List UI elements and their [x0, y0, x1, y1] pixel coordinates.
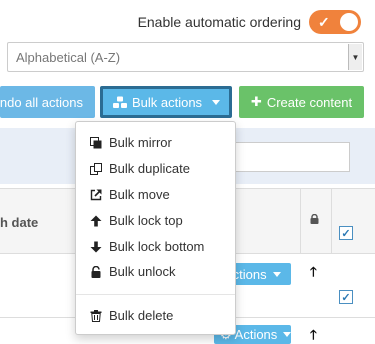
- bulk-actions-button[interactable]: Bulk actions: [100, 86, 232, 118]
- bulk-delete-label: Bulk delete: [109, 308, 174, 323]
- caret-down-icon: [283, 332, 292, 337]
- sort-order-select[interactable]: Alphabetical (A-Z) ▼: [7, 42, 364, 72]
- arrow-up-icon: [90, 215, 102, 226]
- create-content-button[interactable]: ✚ Create content: [239, 86, 364, 118]
- external-link-icon: [90, 188, 102, 200]
- bulk-unlock-item[interactable]: Bulk unlock: [90, 264, 175, 279]
- unlock-icon: [91, 265, 101, 278]
- arrow-up-icon[interactable]: 🡑: [310, 263, 317, 285]
- undo-all-actions-button[interactable]: ndo all actions: [0, 86, 95, 118]
- caret-down-icon: [272, 271, 281, 277]
- create-content-label: Create content: [266, 94, 353, 110]
- automatic-ordering-label: Enable automatic ordering: [137, 14, 301, 30]
- arrow-up-icon[interactable]: 🡑: [310, 326, 317, 344]
- menu-divider: [76, 294, 235, 295]
- bulk-actions-label: Bulk actions: [131, 94, 203, 110]
- automatic-ordering-setting: Enable automatic ordering ✓: [138, 10, 361, 34]
- undo-all-actions-label: ndo all actions: [0, 94, 83, 110]
- bulk-duplicate-item[interactable]: Bulk duplicate: [90, 161, 190, 176]
- toggle-knob: [340, 13, 358, 31]
- caret-down-icon: [212, 99, 221, 105]
- sort-order-value: Alphabetical (A-Z): [16, 49, 121, 65]
- cubes-icon: [112, 96, 127, 108]
- plus-icon: ✚: [250, 94, 262, 109]
- bulk-lock-top-label: Bulk lock top: [109, 213, 183, 228]
- bulk-actions-menu: Bulk mirror Bulk duplicate Bulk move Bul…: [75, 121, 236, 335]
- select-all-checkbox[interactable]: ✓: [339, 226, 353, 240]
- bulk-move-label: Bulk move: [109, 187, 170, 202]
- bulk-move-item[interactable]: Bulk move: [90, 187, 170, 202]
- bulk-lock-top-item[interactable]: Bulk lock top: [90, 213, 183, 228]
- lock-icon: [310, 214, 319, 224]
- filter-input[interactable]: [223, 142, 350, 172]
- bulk-delete-item[interactable]: Bulk delete: [90, 308, 173, 323]
- toggle-check-icon: ✓: [318, 14, 330, 30]
- chevron-down-icon[interactable]: ▼: [348, 44, 362, 70]
- bulk-duplicate-label: Bulk duplicate: [109, 161, 190, 176]
- bulk-lock-bottom-label: Bulk lock bottom: [109, 239, 205, 254]
- bulk-unlock-label: Bulk unlock: [109, 264, 176, 279]
- date-column-header[interactable]: h date: [0, 215, 38, 230]
- row-actions-label: Actions: [234, 327, 278, 342]
- bulk-lock-bottom-item[interactable]: Bulk lock bottom: [90, 239, 204, 254]
- automatic-ordering-toggle[interactable]: ✓: [309, 10, 361, 34]
- bulk-mirror-label: Bulk mirror: [109, 135, 172, 150]
- mirror-icon: [90, 136, 102, 148]
- trash-icon: [90, 309, 102, 322]
- bulk-mirror-item[interactable]: Bulk mirror: [90, 135, 172, 150]
- arrow-down-icon: [90, 241, 102, 252]
- row-checkbox[interactable]: ✓: [339, 290, 353, 304]
- duplicate-icon: [90, 162, 102, 175]
